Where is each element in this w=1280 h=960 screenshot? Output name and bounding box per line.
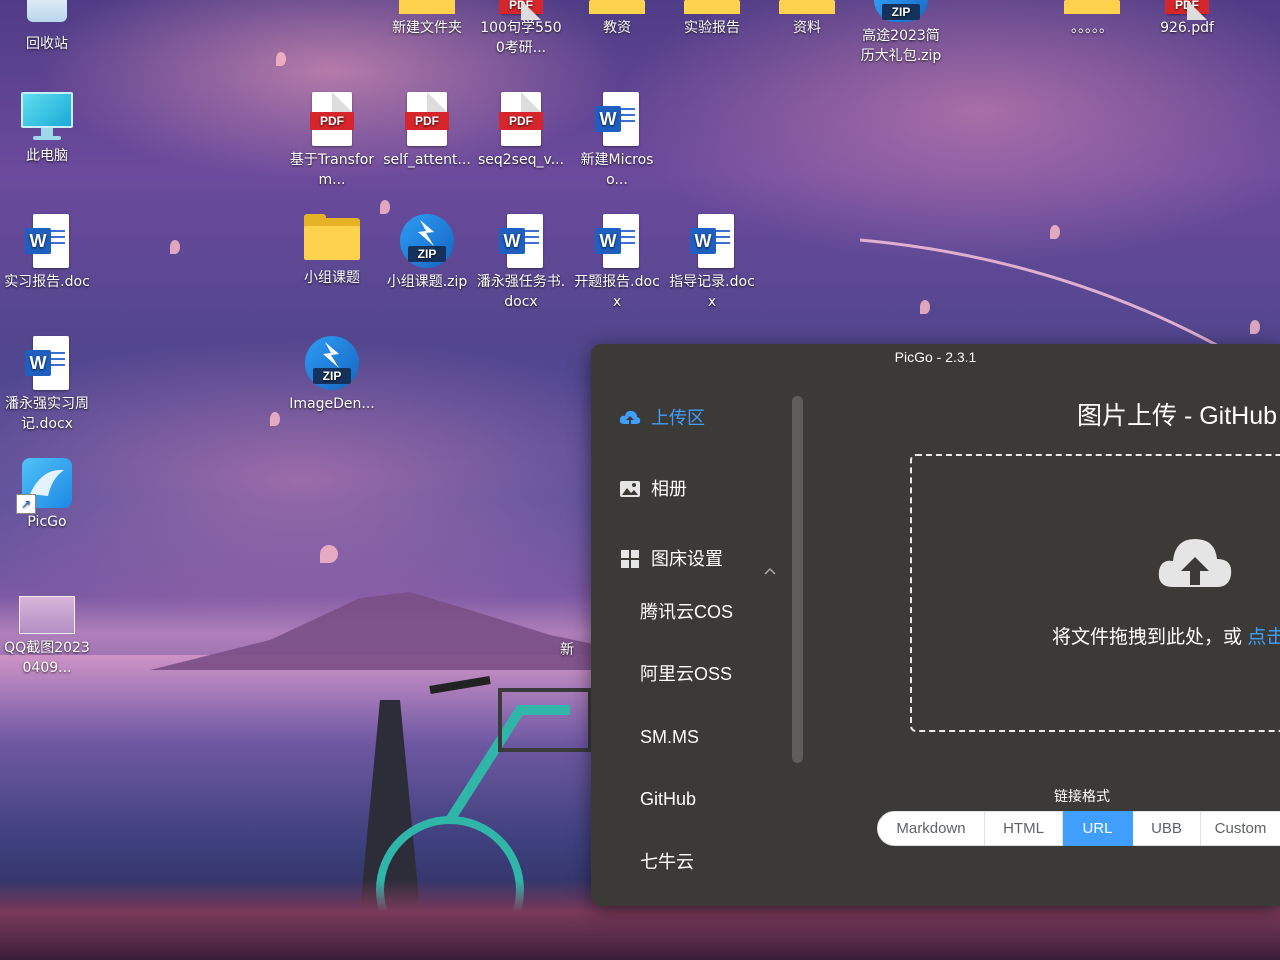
sidebar: 上传区 相册 图床设置 腾讯云COS 阿里云OSS SM.MS GitHub 七… — [591, 370, 803, 906]
folder-icon — [779, 0, 835, 14]
sidebar-item-upload[interactable]: 上传区 — [619, 405, 705, 431]
pdf-icon: PDF — [405, 92, 449, 146]
desktop-icon-pdf[interactable]: PDF 926.pdf — [1142, 0, 1232, 38]
format-html-button[interactable]: HTML — [985, 811, 1063, 846]
desktop-icon-zip[interactable]: ZIP 高途2023简历大礼包.zip — [856, 0, 946, 66]
word-icon: W — [499, 214, 543, 268]
folder-icon — [399, 0, 455, 14]
desktop-icon-folder[interactable]: 资料 — [762, 0, 852, 38]
image-thumbnail-icon — [19, 596, 75, 634]
folder-icon — [304, 214, 360, 260]
zip-icon: ZIP — [874, 0, 928, 22]
desktop-icon-word[interactable]: W 开题报告.docx — [572, 214, 662, 312]
desktop-icon-picgo[interactable]: ↗ PicGo — [2, 458, 92, 532]
picgo-app-icon: ↗ — [16, 458, 72, 514]
petal — [380, 200, 390, 214]
desktop-icon-word[interactable]: W 指导记录.docx — [667, 214, 757, 312]
shortcut-arrow-icon: ↗ — [16, 494, 36, 514]
picgo-window[interactable]: PicGo - 2.3.1 上传区 相册 图床设置 腾讯云COS 阿里云OSS … — [591, 344, 1280, 906]
pdf-icon: PDF — [310, 92, 354, 146]
desktop-icon-word[interactable]: W 潘永强实习周记.docx — [2, 336, 92, 434]
sidebar-sub-item-aliyun-oss[interactable]: 阿里云OSS — [640, 661, 732, 687]
format-url-button[interactable]: URL — [1063, 811, 1133, 846]
petal — [920, 300, 930, 314]
dropzone-text: 将文件拖拽到此处，或 点击上传 — [1052, 622, 1280, 649]
cloud-upload-icon — [619, 410, 641, 424]
word-icon: W — [25, 336, 69, 390]
sidebar-sub-item-tencent-cos[interactable]: 腾讯云COS — [640, 599, 733, 625]
chevron-up-icon[interactable] — [763, 566, 777, 576]
cloud-upload-icon — [1158, 539, 1232, 587]
sidebar-item-album[interactable]: 相册 — [619, 476, 687, 502]
desktop-icon-pdf[interactable]: PDF self_attent... — [382, 92, 472, 170]
desktop-icon-folder[interactable]: 教资 — [572, 0, 662, 38]
format-markdown-button[interactable]: Markdown — [877, 811, 985, 846]
desktop-icon-zip[interactable]: ZIP ImageDen... — [287, 336, 377, 414]
folder-icon — [1064, 0, 1120, 14]
pdf-icon: PDF — [1165, 0, 1209, 20]
link-format-group: Markdown HTML URL UBB Custom — [877, 811, 1280, 846]
image-icon — [620, 481, 640, 497]
petal — [320, 545, 338, 563]
petal — [1250, 320, 1260, 334]
window-title: PicGo - 2.3.1 — [894, 349, 977, 365]
word-icon: W — [595, 92, 639, 146]
sidebar-sub-item-qiniu[interactable]: 七牛云 — [640, 849, 694, 875]
desktop-icon-folder[interactable]: 小组课题 — [287, 214, 377, 288]
format-custom-button[interactable]: Custom — [1201, 811, 1280, 846]
sidebar-sub-item-github[interactable]: GitHub — [640, 786, 696, 812]
format-ubb-button[interactable]: UBB — [1133, 811, 1201, 846]
word-icon: W — [25, 214, 69, 268]
word-icon: W — [690, 214, 734, 268]
sidebar-sub-item-smms[interactable]: SM.MS — [640, 724, 699, 750]
desktop-icon-folder[interactable]: 。。。。。 — [1047, 0, 1137, 38]
desktop-icon-partial[interactable]: 新 — [560, 640, 590, 660]
petal — [270, 412, 280, 426]
desktop-icon-folder[interactable]: 新建文件夹 — [382, 0, 472, 38]
zip-icon: ZIP — [305, 336, 359, 390]
petal — [276, 52, 286, 66]
desktop-icon-this-pc[interactable]: 此电脑 — [2, 92, 92, 166]
petal — [1050, 225, 1060, 239]
grid-icon — [621, 550, 639, 568]
desktop-icon-pdf[interactable]: PDF 基于Transform... — [287, 92, 377, 190]
folder-icon — [684, 0, 740, 14]
petal — [170, 240, 180, 254]
pdf-icon: PDF — [499, 0, 543, 20]
link-format-label: 链接格式 — [1054, 788, 1110, 804]
desktop-icon-folder[interactable]: 实验报告 — [667, 0, 757, 38]
word-icon: W — [595, 214, 639, 268]
click-upload-link[interactable]: 点击上传 — [1247, 627, 1280, 648]
sidebar-scrollbar[interactable] — [792, 396, 803, 763]
desktop-icon-pdf[interactable]: PDF 100句学5500考研... — [476, 0, 566, 58]
sidebar-item-bed-settings[interactable]: 图床设置 — [619, 546, 723, 572]
pdf-icon: PDF — [499, 92, 543, 146]
page-title: 图片上传 - GitHub — [1077, 402, 1278, 430]
zip-icon: ZIP — [400, 214, 454, 268]
desktop-icon-word[interactable]: W 潘永强任务书.docx — [476, 214, 566, 312]
recycle-bin-icon — [27, 0, 67, 22]
desktop-icon-recycle-bin[interactable]: 回收站 — [2, 0, 92, 54]
upload-dropzone[interactable]: 将文件拖拽到此处，或 点击上传 — [910, 454, 1280, 732]
computer-icon — [21, 92, 73, 142]
desktop-icon-screenshot[interactable]: QQ截图20230409... — [2, 596, 92, 678]
desktop-icon-pdf[interactable]: PDF seq2seq_v... — [476, 92, 566, 170]
folder-icon — [589, 0, 645, 14]
desktop-icon-word[interactable]: W 实习报告.doc — [2, 214, 92, 292]
desktop-icon-word[interactable]: W 新建Microso... — [572, 92, 662, 190]
desktop-icon-zip[interactable]: ZIP 小组课题.zip — [382, 214, 472, 292]
